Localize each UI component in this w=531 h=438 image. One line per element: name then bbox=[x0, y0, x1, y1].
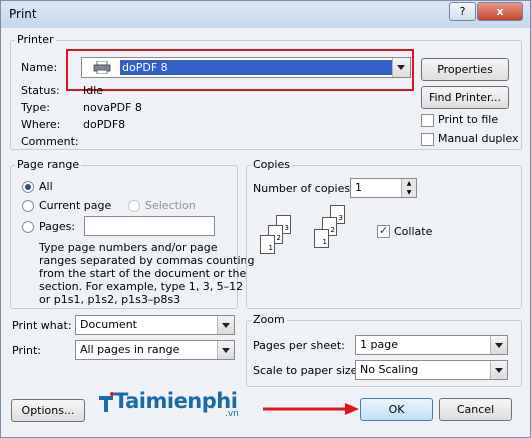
type-value: novaPDF 8 bbox=[83, 101, 142, 114]
watermark-logo-icon bbox=[97, 392, 115, 414]
collate-checkbox[interactable] bbox=[377, 224, 390, 238]
collate-label[interactable]: Collate bbox=[394, 225, 432, 238]
print-dialog: Print ? x Printer Name: doPDF 8 Properti… bbox=[0, 0, 531, 438]
where-label: Where: bbox=[21, 118, 61, 131]
printer-name-value: doPDF 8 bbox=[120, 60, 392, 75]
collate-illustration: 3 2 1 3 2 1 bbox=[253, 205, 363, 265]
watermark-domain: .vn bbox=[225, 409, 239, 419]
print-what-select[interactable]: Document bbox=[75, 315, 235, 335]
help-button[interactable]: ? bbox=[449, 2, 476, 21]
selection-label: Selection bbox=[145, 199, 196, 212]
page-range-help-3: from the start of the document or the bbox=[39, 267, 247, 280]
manual-duplex-label[interactable]: Manual duplex bbox=[438, 132, 519, 145]
print-to-file-label[interactable]: Print to file bbox=[438, 113, 498, 126]
ok-button[interactable]: OK bbox=[360, 398, 433, 421]
page-icon: 1 bbox=[260, 235, 275, 254]
scale-to-paper-value: No Scaling bbox=[360, 363, 419, 376]
status-value: Idle bbox=[83, 84, 104, 97]
print-to-file-checkbox[interactable] bbox=[421, 114, 434, 127]
chevron-down-icon[interactable] bbox=[217, 316, 234, 334]
manual-duplex-checkbox[interactable] bbox=[421, 133, 434, 146]
properties-button[interactable]: Properties bbox=[421, 58, 509, 81]
cancel-button[interactable]: Cancel bbox=[439, 398, 512, 421]
all-pages-radio[interactable] bbox=[22, 181, 34, 193]
current-page-radio[interactable] bbox=[22, 200, 34, 212]
find-printer-button[interactable]: Find Printer... bbox=[421, 86, 509, 109]
window-title: Print bbox=[9, 7, 37, 21]
page-range-help-1: Type page numbers and/or page bbox=[39, 241, 218, 254]
name-label: Name: bbox=[21, 61, 58, 74]
chevron-down-icon[interactable] bbox=[392, 58, 410, 77]
print-what-value: Document bbox=[80, 318, 137, 331]
print-what-label: Print what: bbox=[12, 319, 72, 332]
copies-stepper[interactable]: 1 ▲ ▼ bbox=[350, 178, 417, 198]
type-label: Type: bbox=[21, 101, 50, 114]
chevron-down-icon[interactable] bbox=[490, 361, 507, 379]
selection-radio bbox=[128, 200, 140, 212]
page-range-help-4: section. For example, type 1, 3, 5–12 bbox=[39, 280, 244, 293]
chevron-down-icon[interactable] bbox=[490, 336, 507, 354]
comment-label: Comment: bbox=[21, 135, 79, 148]
pages-radio[interactable] bbox=[22, 221, 34, 233]
scale-to-paper-label: Scale to paper size: bbox=[253, 364, 362, 377]
arrow-callout-icon bbox=[261, 401, 361, 417]
pages-input[interactable] bbox=[84, 216, 215, 236]
scale-to-paper-select[interactable]: No Scaling bbox=[355, 360, 508, 380]
status-label: Status: bbox=[21, 84, 60, 97]
options-button[interactable]: Options... bbox=[11, 399, 85, 422]
chevron-up-icon[interactable]: ▲ bbox=[401, 179, 416, 188]
close-button[interactable]: x bbox=[477, 2, 523, 21]
printer-icon bbox=[93, 60, 111, 75]
printer-name-select[interactable]: doPDF 8 bbox=[81, 57, 411, 78]
pages-per-sheet-label: Pages per sheet: bbox=[253, 339, 345, 352]
pages-per-sheet-select[interactable]: 1 page bbox=[355, 335, 508, 355]
watermark-brand: Taimienphi bbox=[114, 389, 238, 413]
page-range-help-5: or p1s1, p1s2, p1s3–p8s3 bbox=[39, 293, 181, 306]
chevron-down-icon[interactable] bbox=[217, 341, 234, 359]
where-value: doPDF8 bbox=[83, 118, 126, 131]
zoom-group-label: Zoom bbox=[251, 313, 287, 326]
copies-group-label: Copies bbox=[251, 158, 292, 171]
page-icon: 1 bbox=[314, 229, 329, 248]
all-pages-label[interactable]: All bbox=[39, 180, 53, 193]
print-select[interactable]: All pages in range bbox=[75, 340, 235, 360]
pages-per-sheet-value: 1 page bbox=[360, 338, 398, 351]
print-label: Print: bbox=[12, 344, 42, 357]
chevron-down-icon[interactable]: ▼ bbox=[401, 188, 416, 197]
copies-value: 1 bbox=[355, 181, 362, 194]
printer-group-label: Printer bbox=[15, 33, 56, 46]
number-of-copies-label: Number of copies: bbox=[253, 182, 354, 195]
pages-label[interactable]: Pages: bbox=[39, 220, 75, 233]
current-page-label[interactable]: Current page bbox=[39, 199, 111, 212]
title-bar[interactable]: Print ? x bbox=[1, 1, 530, 28]
print-value: All pages in range bbox=[80, 343, 180, 356]
page-range-help-2: ranges separated by commas counting bbox=[39, 254, 255, 267]
page-range-group-label: Page range bbox=[15, 158, 82, 171]
